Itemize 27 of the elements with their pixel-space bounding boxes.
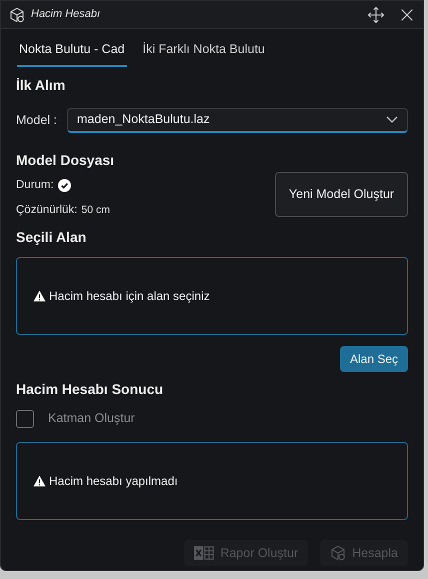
warning-icon — [33, 290, 46, 302]
close-icon[interactable] — [399, 6, 415, 22]
new-model-button[interactable]: Yeni Model Oluştur — [275, 172, 408, 217]
layer-checkbox[interactable] — [16, 410, 34, 428]
info-message: Hacim hesabı için alan seçiniz — [49, 288, 210, 306]
status-label: Durum: — [16, 178, 54, 193]
checkbox-label: Katman Oluştur — [48, 410, 135, 428]
model-dropdown[interactable]: maden_NoktaBulutu.laz — [67, 108, 408, 133]
resolution-value: 50 cm — [81, 202, 110, 218]
info-message: Hacim hesabı yapılmadı — [49, 473, 178, 490]
move-icon[interactable] — [367, 6, 385, 24]
tab[interactable]: İki Farklı Nokta Bulutu — [140, 40, 267, 67]
resolution-label: Çözünürlük: — [16, 203, 78, 218]
window-title: Hacim Hesabı — [31, 7, 102, 22]
section-heading: İlk Alım — [16, 76, 66, 95]
select-area-button[interactable]: Alan Seç — [340, 346, 408, 372]
cube-icon — [9, 6, 25, 22]
chevron-down-icon — [386, 116, 398, 124]
tab[interactable]: Nokta Bulutu - Cad — [17, 40, 127, 67]
spreadsheet-icon — [194, 545, 214, 561]
model-label: Model : — [16, 112, 57, 129]
section-heading: Model Dosyası — [16, 150, 116, 170]
cube-icon — [330, 545, 346, 561]
section-heading: Hacim Hesabı Sonucu — [16, 380, 164, 400]
section-heading: Seçili Alan — [16, 228, 88, 248]
check-circle-icon — [58, 178, 71, 192]
warning-icon — [33, 475, 46, 487]
